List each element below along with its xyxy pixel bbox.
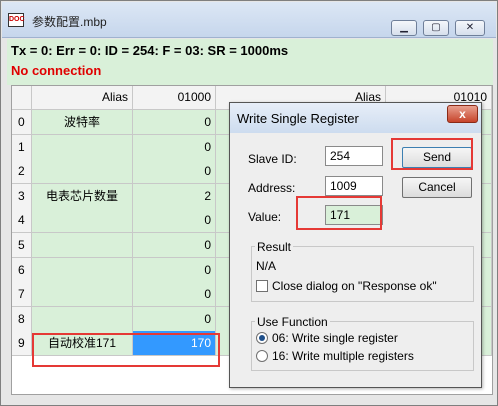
row-number: 8 xyxy=(12,307,32,332)
row-number: 0 xyxy=(12,110,32,135)
row-number: 4 xyxy=(12,208,32,233)
row-number: 2 xyxy=(12,159,32,184)
highlight-box-row xyxy=(32,333,220,367)
cancel-button[interactable]: Cancel xyxy=(402,177,472,198)
slave-id-input[interactable]: 254 xyxy=(325,146,383,166)
alias-header-left: Alias xyxy=(32,86,133,110)
status-area: Tx = 0: Err = 0: ID = 254: F = 03: SR = … xyxy=(7,39,493,85)
row-number: 5 xyxy=(12,233,32,258)
maximize-button[interactable]: ▢ xyxy=(423,20,449,36)
alias-cell[interactable] xyxy=(32,159,133,184)
close-on-ok-checkbox[interactable] xyxy=(256,280,268,292)
connection-status: No connection xyxy=(11,63,102,78)
row-number: 7 xyxy=(12,282,32,307)
use-function-title: Use Function xyxy=(255,315,330,329)
value-cell[interactable]: 0 xyxy=(133,110,216,135)
function-06-radio[interactable] xyxy=(256,332,268,344)
alias-cell[interactable] xyxy=(32,233,133,258)
result-value: N/A xyxy=(256,259,277,273)
value-cell[interactable]: 0 xyxy=(133,258,216,283)
dialog-close-button[interactable]: x xyxy=(447,105,478,123)
highlight-box-send xyxy=(391,138,473,170)
value-cell[interactable]: 0 xyxy=(133,208,216,233)
slave-id-label: Slave ID: xyxy=(248,152,297,166)
row-number: 9 xyxy=(12,331,32,356)
alias-cell[interactable] xyxy=(32,208,133,233)
alias-cell[interactable]: 波特率 xyxy=(32,110,133,135)
function-16-radio[interactable] xyxy=(256,350,268,362)
status-line: Tx = 0: Err = 0: ID = 254: F = 03: SR = … xyxy=(11,43,289,58)
dialog-titlebar: Write Single Register x xyxy=(230,103,481,133)
alias-cell[interactable] xyxy=(32,307,133,332)
alias-cell[interactable] xyxy=(32,282,133,307)
window-titlebar: DOC 参数配置.mbp ▁ ▢ ✕ xyxy=(2,2,496,38)
value-cell[interactable]: 0 xyxy=(133,159,216,184)
minimize-button[interactable]: ▁ xyxy=(391,20,417,36)
value-cell[interactable]: 0 xyxy=(133,135,216,160)
value-cell[interactable]: 2 xyxy=(133,184,216,209)
alias-cell[interactable]: 电表芯片数量 xyxy=(32,184,133,209)
alias-cell[interactable] xyxy=(32,258,133,283)
address-input[interactable]: 1009 xyxy=(325,176,383,196)
close-on-ok-label[interactable]: Close dialog on "Response ok" xyxy=(272,279,437,293)
value-label: Value: xyxy=(248,210,282,224)
row-number: 3 xyxy=(12,184,32,209)
result-group xyxy=(251,246,474,302)
value-cell[interactable]: 0 xyxy=(133,307,216,332)
value-header-left: 01000 xyxy=(133,86,216,110)
dialog-title: Write Single Register xyxy=(237,111,359,126)
close-window-button[interactable]: ✕ xyxy=(455,20,485,36)
value-cell[interactable]: 0 xyxy=(133,233,216,258)
grid-corner xyxy=(12,86,32,110)
value-cell[interactable]: 0 xyxy=(133,282,216,307)
function-06-label[interactable]: 06: Write single register xyxy=(272,331,398,345)
function-16-label[interactable]: 16: Write multiple registers xyxy=(272,349,414,363)
alias-cell[interactable] xyxy=(32,135,133,160)
row-number: 6 xyxy=(12,258,32,283)
row-number: 1 xyxy=(12,135,32,160)
address-label: Address: xyxy=(248,181,296,195)
document-icon: DOC xyxy=(8,13,25,27)
result-title: Result xyxy=(255,240,294,254)
window-title: 参数配置.mbp xyxy=(32,15,107,29)
highlight-box-value xyxy=(296,196,382,230)
